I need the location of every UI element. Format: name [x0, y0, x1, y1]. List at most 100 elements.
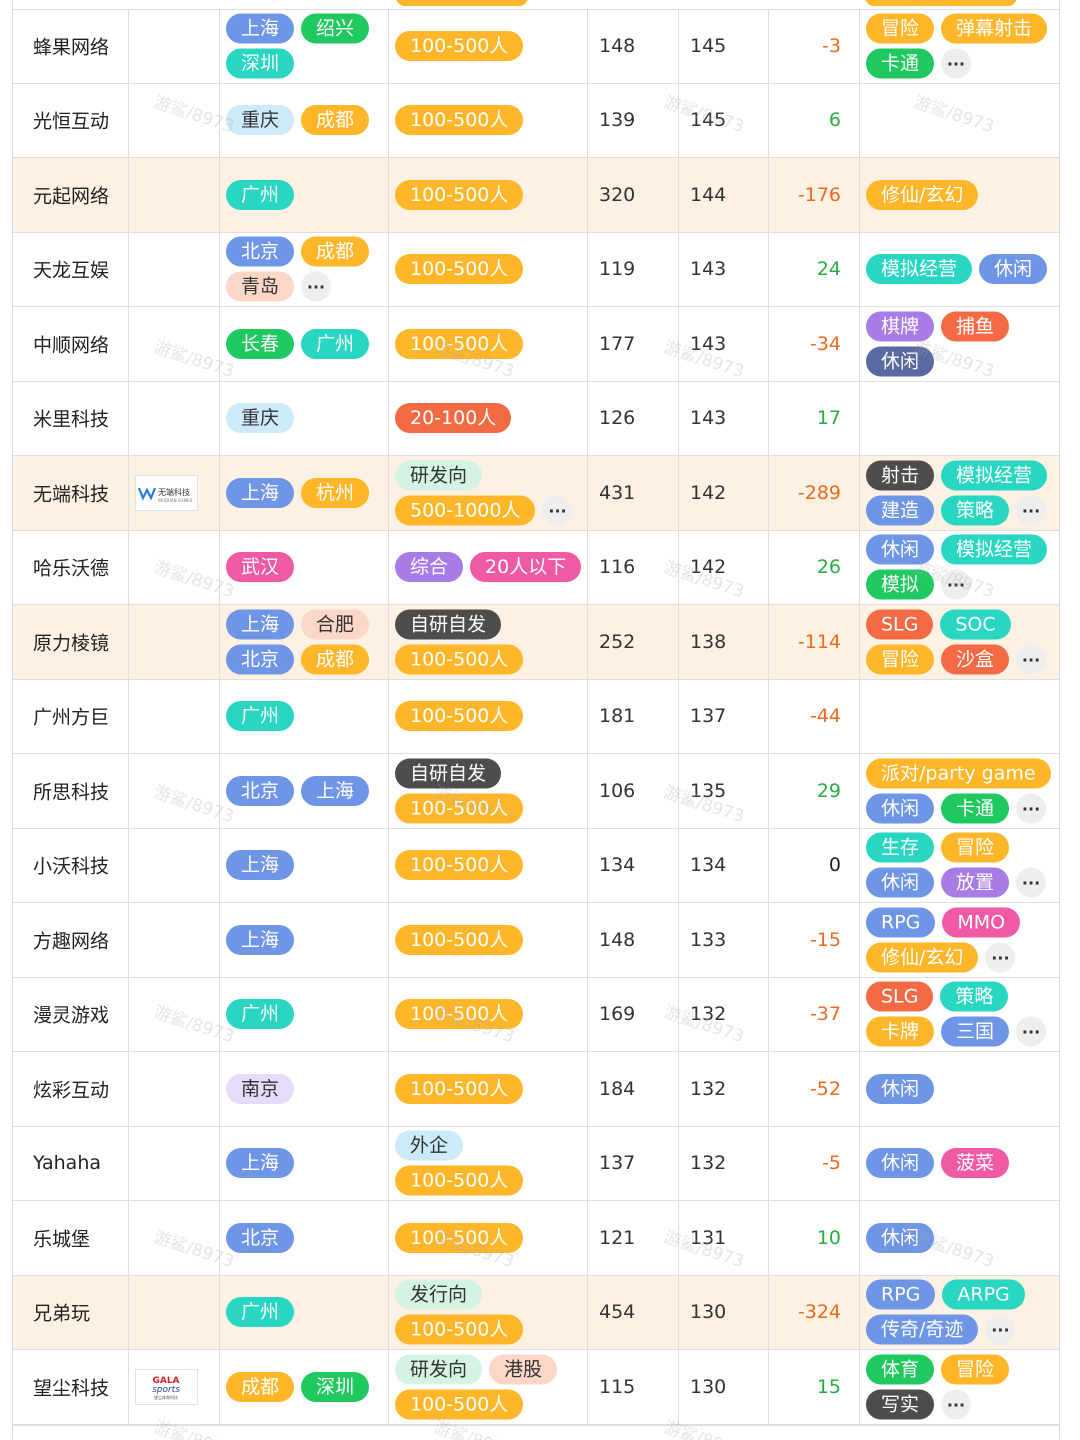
- tag-pill[interactable]: 冒险: [941, 832, 1010, 863]
- tag-pill[interactable]: ARPG: [942, 1279, 1025, 1310]
- tag-pill[interactable]: 北京: [226, 1222, 295, 1253]
- tag-pill[interactable]: 深圳: [301, 1371, 370, 1402]
- tag-pill[interactable]: 冒险: [941, 1354, 1010, 1385]
- tag-pill[interactable]: 广州: [226, 701, 295, 732]
- tag-pill[interactable]: 上海: [301, 775, 370, 806]
- tag-pill[interactable]: SLG: [866, 609, 934, 640]
- tag-pill[interactable]: 100-500人: [395, 850, 524, 881]
- tag-pill[interactable]: 100-500人: [395, 793, 524, 824]
- tag-pill[interactable]: 休闲: [979, 254, 1048, 285]
- tag-pill[interactable]: 修仙/玄幻: [866, 942, 979, 973]
- tag-pill[interactable]: RPG: [866, 907, 936, 938]
- tag-pill[interactable]: 冒险: [866, 644, 935, 675]
- tag-pill[interactable]: 合肥: [301, 609, 370, 640]
- more-button[interactable]: ...: [301, 271, 332, 302]
- tag-pill[interactable]: RPG: [866, 1279, 936, 1310]
- tag-pill[interactable]: 策略: [940, 981, 1009, 1012]
- tag-pill[interactable]: 菠菜: [941, 1148, 1010, 1179]
- tag-pill[interactable]: 休闲: [866, 867, 935, 898]
- tag-pill[interactable]: 派对/party game: [866, 758, 1051, 789]
- tag-pill[interactable]: 100-500人: [395, 179, 524, 210]
- tag-pill[interactable]: 100-500人: [395, 924, 524, 955]
- tag-pill[interactable]: 港股: [489, 1354, 558, 1385]
- tag-pill[interactable]: 休闲: [866, 346, 935, 377]
- tag-pill[interactable]: 深圳: [226, 48, 295, 79]
- tag-pill[interactable]: 100-500人: [395, 1165, 524, 1196]
- tag-pill[interactable]: 综合: [395, 552, 464, 583]
- tag-pill[interactable]: 建造: [866, 495, 935, 526]
- tag-pill[interactable]: 100-500人: [395, 644, 524, 675]
- tag-pill[interactable]: 500-1000人: [395, 495, 536, 526]
- tag-pill[interactable]: 北京: [226, 775, 295, 806]
- more-button[interactable]: ...: [1016, 644, 1047, 675]
- tag-pill[interactable]: MMO: [942, 907, 1021, 938]
- tag-pill[interactable]: 成都: [301, 105, 370, 136]
- tag-pill[interactable]: 100-500人: [395, 328, 524, 359]
- tag-pill[interactable]: 长春: [226, 328, 295, 359]
- tag-pill[interactable]: 传奇/奇迹: [866, 1314, 979, 1345]
- tag-pill[interactable]: 体育: [866, 1354, 935, 1385]
- tag-pill[interactable]: 100-500人: [395, 105, 524, 136]
- tag-pill[interactable]: 模拟经营: [866, 254, 973, 285]
- tag-pill[interactable]: 100-500人: [395, 1389, 524, 1420]
- tag-pill[interactable]: 成都: [226, 1371, 295, 1402]
- tag-pill[interactable]: 成都: [301, 236, 370, 267]
- tag-pill[interactable]: 自研自发: [395, 758, 502, 789]
- tag-pill[interactable]: SOC: [940, 609, 1011, 640]
- more-button[interactable]: ...: [1016, 793, 1047, 824]
- tag-pill[interactable]: 成都: [301, 644, 370, 675]
- tag-pill[interactable]: 100-500人: [395, 1073, 524, 1104]
- tag-pill[interactable]: 弹幕射击: [941, 13, 1048, 44]
- tag-pill[interactable]: 策略: [941, 495, 1010, 526]
- more-button[interactable]: ...: [542, 495, 573, 526]
- tag-pill[interactable]: 100-500人: [395, 254, 524, 285]
- tag-pill[interactable]: 卡牌: [866, 1016, 935, 1047]
- tag-pill[interactable]: 上海: [226, 1148, 295, 1179]
- tag-pill[interactable]: 100-500人: [395, 1314, 524, 1345]
- tag-pill[interactable]: 模拟经营: [941, 460, 1048, 491]
- tag-pill[interactable]: 模拟经营: [941, 534, 1048, 565]
- tag-pill[interactable]: 休闲: [866, 534, 935, 565]
- tag-pill[interactable]: 绍兴: [301, 13, 370, 44]
- tag-pill[interactable]: 冒险: [866, 13, 935, 44]
- tag-pill[interactable]: 广州: [226, 1297, 295, 1328]
- tag-pill[interactable]: 北京: [226, 236, 295, 267]
- tag-pill[interactable]: 广州: [301, 328, 370, 359]
- tag-pill[interactable]: 100-500人: [395, 701, 524, 732]
- tag-pill[interactable]: 上海: [226, 850, 295, 881]
- tag-pill[interactable]: 青岛: [226, 271, 295, 302]
- tag-pill[interactable]: 南京: [226, 1073, 295, 1104]
- tag-pill[interactable]: 沙盒: [941, 644, 1010, 675]
- more-button[interactable]: ...: [941, 569, 972, 600]
- tag-pill[interactable]: 捕鱼: [941, 311, 1010, 342]
- tag-pill[interactable]: 修仙/玄幻: [866, 179, 979, 210]
- tag-pill[interactable]: 武汉: [226, 552, 295, 583]
- tag-pill[interactable]: 生存: [866, 832, 935, 863]
- tag-pill[interactable]: 上海: [226, 13, 295, 44]
- tag-pill[interactable]: 上海: [226, 609, 295, 640]
- more-button[interactable]: ...: [1016, 495, 1047, 526]
- tag-pill[interactable]: 外企: [395, 1130, 464, 1161]
- tag-pill[interactable]: 北京: [226, 644, 295, 675]
- tag-pill[interactable]: 广州: [226, 999, 295, 1030]
- tag-pill[interactable]: 三国: [941, 1016, 1010, 1047]
- tag-pill[interactable]: 休闲: [866, 1073, 935, 1104]
- tag-pill[interactable]: 模拟: [866, 569, 935, 600]
- more-button[interactable]: ...: [1016, 867, 1047, 898]
- tag-pill[interactable]: 射击: [866, 460, 935, 491]
- tag-pill[interactable]: 广州: [226, 179, 295, 210]
- tag-pill[interactable]: 20人以下: [470, 552, 582, 583]
- tag-pill[interactable]: 休闲: [866, 793, 935, 824]
- tag-pill[interactable]: 自研自发: [395, 609, 502, 640]
- more-button[interactable]: ...: [941, 1389, 972, 1420]
- tag-pill[interactable]: 20-100人: [395, 403, 512, 434]
- tag-pill[interactable]: SLG: [866, 981, 934, 1012]
- tag-pill[interactable]: 100-500人: [395, 30, 524, 61]
- tag-pill[interactable]: 上海: [226, 477, 295, 508]
- tag-pill[interactable]: 重庆: [226, 403, 295, 434]
- tag-pill[interactable]: 写实: [866, 1389, 935, 1420]
- more-button[interactable]: ...: [1016, 1016, 1047, 1047]
- tag-pill[interactable]: 棋牌: [866, 311, 935, 342]
- tag-pill[interactable]: 休闲: [866, 1148, 935, 1179]
- tag-pill[interactable]: 重庆: [226, 105, 295, 136]
